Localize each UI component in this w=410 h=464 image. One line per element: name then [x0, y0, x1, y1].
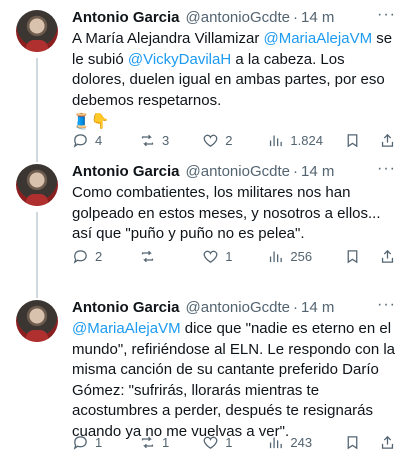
thread-line [36, 154, 38, 162]
bookmark-button[interactable] [344, 434, 361, 451]
author-handle[interactable]: @antonioGcdte [186, 299, 290, 316]
bookmark-icon [347, 250, 358, 264]
views-button[interactable]: 1.824 [267, 132, 344, 149]
heart-icon [203, 436, 218, 449]
views-count: 256 [290, 249, 313, 264]
retweet-count: 3 [162, 133, 170, 148]
bookmark-button[interactable] [344, 248, 361, 265]
heart-icon [203, 250, 218, 263]
like-button[interactable]: 1 [202, 434, 267, 451]
views-chart-icon [270, 135, 283, 147]
reply-button[interactable]: 2 [72, 248, 139, 265]
share-icon [381, 435, 394, 449]
tweet[interactable]: Antonio Garcia @antonioGcdte · 14 m ··· … [0, 154, 410, 294]
views-button[interactable]: 256 [267, 248, 344, 265]
like-count: 2 [225, 133, 233, 148]
tweet-text: A María Alejandra Villamizar @MariaAleja… [72, 29, 396, 111]
like-button[interactable]: 1 [202, 248, 267, 265]
separator-dot: · [292, 298, 298, 316]
views-count: 243 [290, 435, 313, 450]
author-name[interactable]: Antonio Garcia [72, 299, 180, 316]
author-name[interactable]: Antonio Garcia [72, 163, 180, 180]
like-count: 1 [225, 249, 233, 264]
retweet-button[interactable] [139, 248, 202, 265]
retweet-icon [141, 134, 154, 147]
thread-line [36, 212, 38, 294]
reply-count: 4 [95, 133, 103, 148]
retweet-icon [141, 436, 154, 449]
share-button[interactable] [379, 248, 396, 265]
like-count: 1 [225, 435, 233, 450]
separator-dot: · [292, 8, 298, 26]
reply-count: 2 [95, 249, 103, 264]
retweet-icon [141, 250, 154, 263]
separator-dot: · [292, 162, 298, 180]
timestamp[interactable]: 14 m [301, 9, 334, 26]
retweet-button[interactable]: 1 [139, 434, 202, 451]
text-segment: dice que "nadie es eterno en el mundo", … [72, 320, 396, 440]
author-name[interactable]: Antonio Garcia [72, 9, 180, 26]
reply-icon [73, 250, 87, 264]
reply-count: 1 [95, 435, 103, 450]
tweet[interactable]: Antonio Garcia @antonioGcdte · 14 m ··· … [0, 0, 410, 158]
reply-icon [73, 134, 87, 148]
views-count: 1.824 [290, 133, 323, 148]
avatar[interactable] [16, 164, 58, 206]
reply-button[interactable]: 1 [72, 434, 139, 451]
avatar[interactable] [16, 300, 58, 342]
bookmark-button[interactable] [344, 132, 361, 149]
tweet-text: @MariaAlejaVM dice que "nadie es eterno … [72, 319, 396, 442]
thread-line [36, 290, 38, 298]
author-handle[interactable]: @antonioGcdte [186, 9, 290, 26]
more-options-icon[interactable]: ··· [377, 161, 396, 177]
timestamp[interactable]: 14 m [301, 163, 334, 180]
tweet[interactable]: Antonio Garcia @antonioGcdte · 14 m ··· … [0, 290, 410, 464]
share-button[interactable] [379, 132, 396, 149]
reply-icon [73, 436, 87, 450]
bookmark-icon [347, 436, 358, 450]
avatar[interactable] [16, 10, 58, 52]
heart-icon [203, 134, 218, 147]
bookmark-icon [347, 134, 358, 148]
retweet-button[interactable]: 3 [139, 132, 202, 149]
share-icon [381, 133, 394, 147]
reply-button[interactable]: 4 [72, 132, 139, 149]
mention-link[interactable]: @MariaAlejaVM [72, 320, 181, 337]
like-button[interactable]: 2 [202, 132, 267, 149]
mention-link[interactable]: @MariaAlejaVM [263, 30, 372, 47]
views-chart-icon [270, 251, 283, 263]
views-chart-icon [270, 437, 283, 449]
mention-link[interactable]: @VickyDavilaH [128, 51, 231, 68]
more-options-icon[interactable]: ··· [377, 7, 396, 23]
text-segment: A María Alejandra Villamizar [72, 30, 264, 47]
thread-line [36, 58, 38, 158]
views-button[interactable]: 243 [267, 434, 344, 451]
more-options-icon[interactable]: ··· [377, 297, 396, 313]
share-button[interactable] [379, 434, 396, 451]
timestamp[interactable]: 14 m [301, 299, 334, 316]
author-handle[interactable]: @antonioGcdte [186, 163, 290, 180]
tweet-emoji: 🧵👇 [72, 113, 110, 130]
share-icon [381, 249, 394, 263]
tweet-text: Como combatientes, los militares nos han… [72, 184, 381, 242]
retweet-count: 1 [162, 435, 170, 450]
